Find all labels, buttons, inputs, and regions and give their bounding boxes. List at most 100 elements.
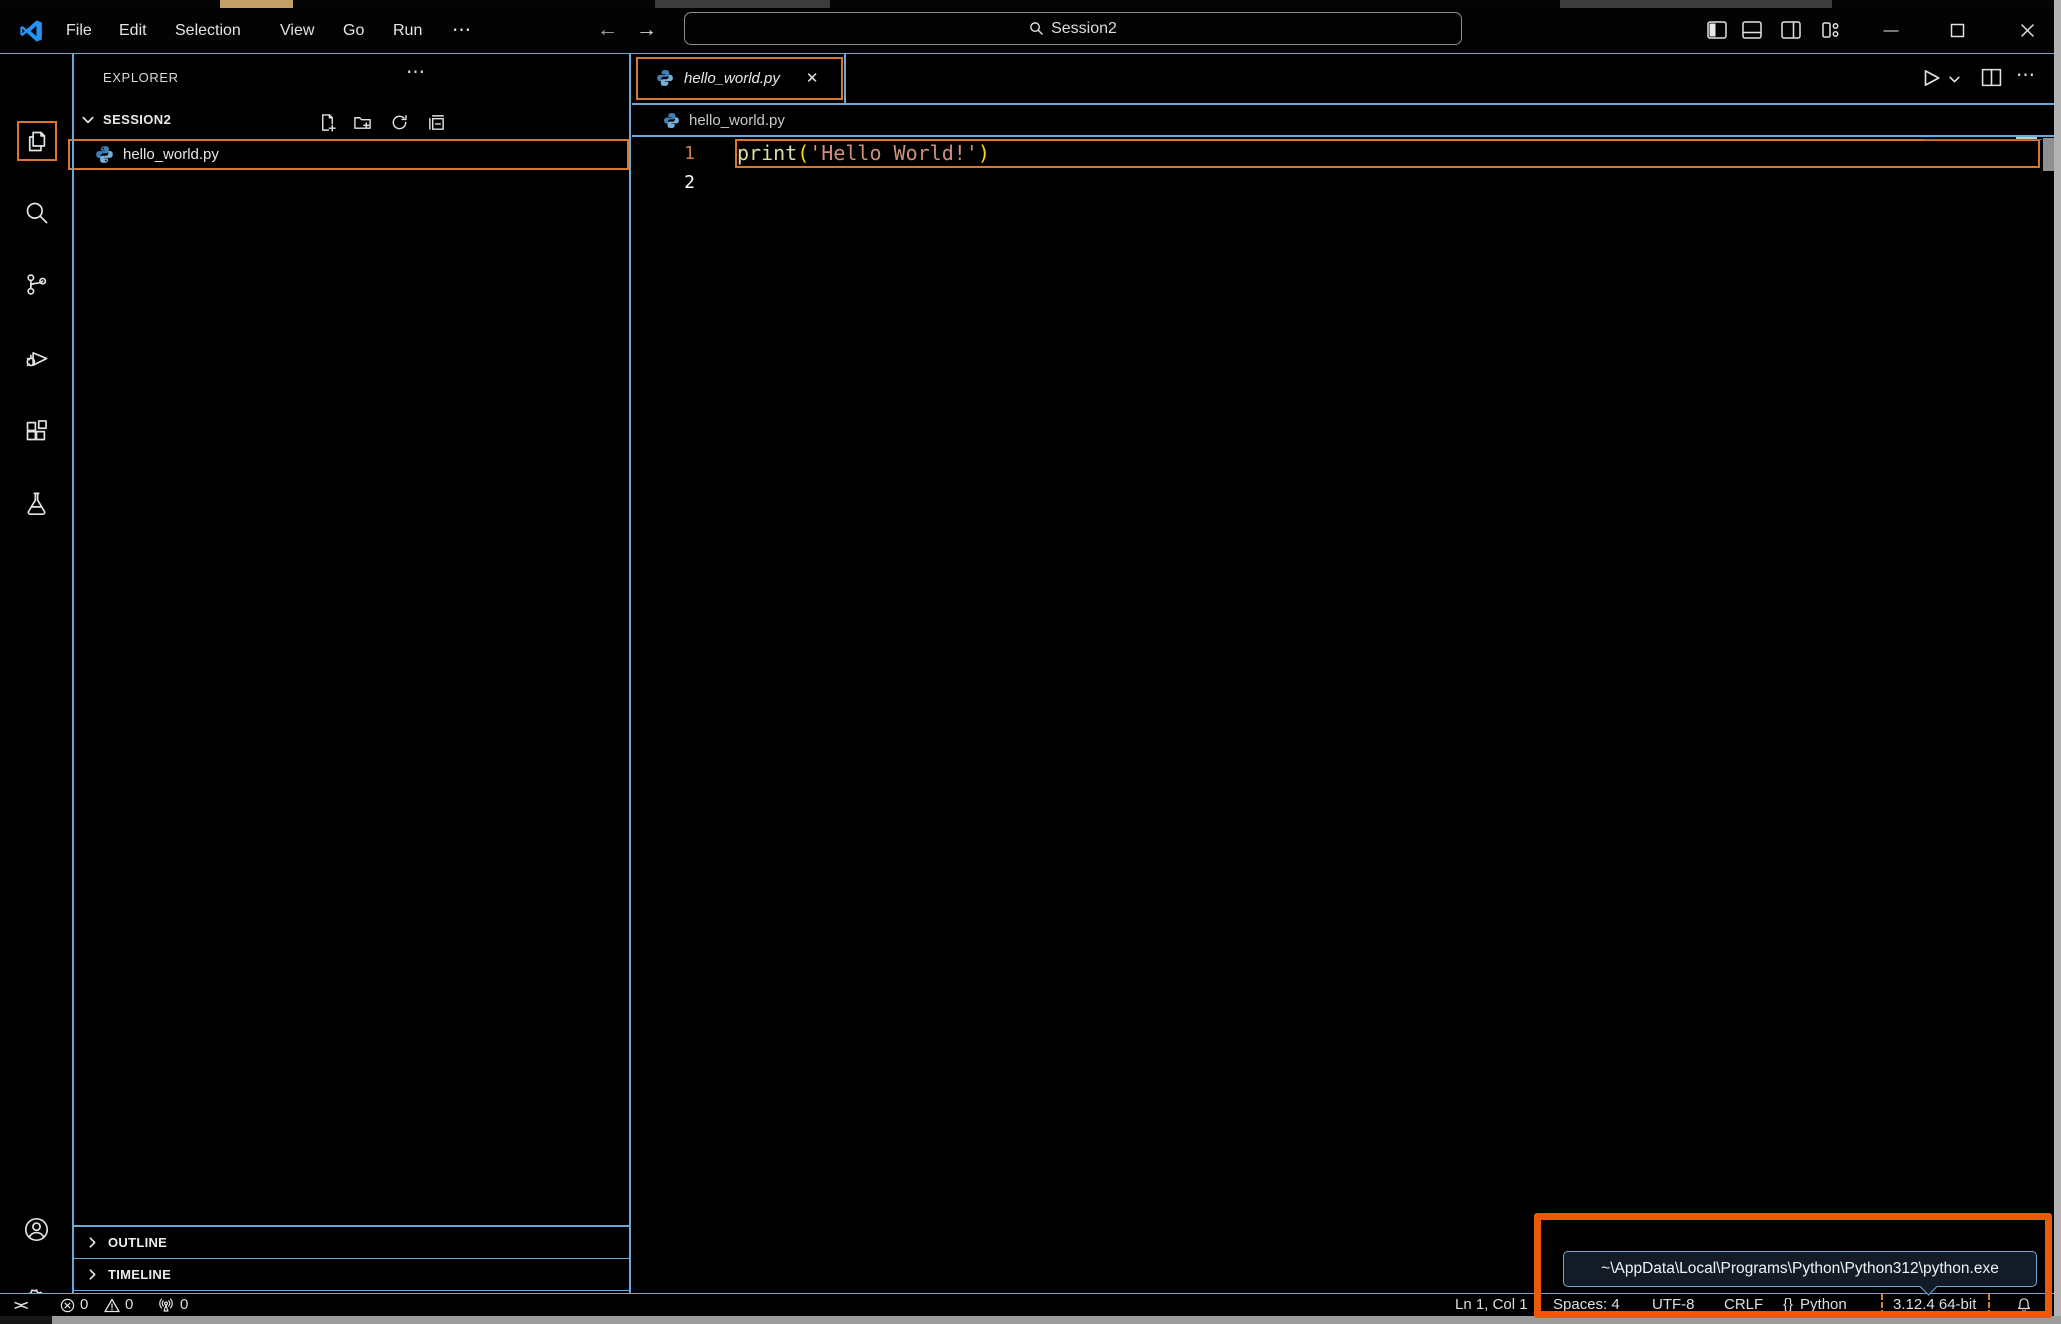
warning-icon (104, 1298, 120, 1313)
radio-tower-icon (158, 1297, 174, 1313)
status-bar: >< 0 0 0 Ln 1, Col 1 Spaces: 4 UTF-8 CRL… (0, 1294, 2054, 1316)
focus-dash-right (1988, 1294, 1990, 1316)
source-control-icon[interactable] (23, 271, 50, 298)
tree-bottom-border (73, 1225, 629, 1227)
sidebar-border (629, 53, 631, 1294)
run-python-file-icon[interactable] (1920, 67, 1942, 89)
activity-bar (0, 53, 72, 1294)
annotation-tab (636, 57, 843, 100)
indentation-status[interactable]: Spaces: 4 (1553, 1294, 1620, 1316)
outline-border (73, 1258, 629, 1260)
cursor-position-status[interactable]: Ln 1, Col 1 (1455, 1294, 1528, 1316)
interpreter-tooltip-text: ~\AppData\Local\Programs\Python\Python31… (1601, 1260, 1999, 1278)
menu-more-icon[interactable]: ⋯ (452, 8, 471, 53)
search-icon[interactable] (23, 199, 50, 226)
toggle-panel-icon[interactable] (1741, 20, 1763, 40)
python-file-icon (95, 145, 114, 164)
errors-status[interactable]: 0 (60, 1294, 88, 1316)
titlebar-border (0, 53, 2054, 55)
editor-more-actions-icon[interactable]: ⋯ (2016, 64, 2035, 87)
run-and-debug-icon[interactable] (23, 345, 50, 372)
command-center-search[interactable]: Session2 (684, 12, 1462, 45)
history-forward-icon[interactable]: → (636, 8, 657, 53)
desktop-top-segment (655, 0, 830, 8)
python-file-icon (663, 112, 680, 129)
vscode-logo-icon (18, 18, 44, 44)
chevron-right-icon (86, 1236, 99, 1249)
code-line-1[interactable]: 1 (632, 139, 695, 168)
menu-run[interactable]: Run (393, 8, 422, 53)
ports-count: 0 (180, 1294, 188, 1316)
timeline-section-header[interactable]: TIMELINE (73, 1259, 629, 1290)
title-bar: File Edit Selection View Go Run ⋯ ← → Se… (0, 8, 2054, 53)
desktop-bottom-corner (0, 1316, 52, 1324)
error-count: 0 (80, 1294, 88, 1316)
testing-icon[interactable] (23, 490, 50, 517)
window-close-icon[interactable] (2016, 20, 2038, 40)
encoding-status[interactable]: UTF-8 (1652, 1294, 1695, 1316)
python-interpreter-status[interactable]: 3.12.4 64-bit (1893, 1294, 1976, 1316)
line-number: 1 (632, 143, 695, 164)
explorer-sidebar (73, 53, 629, 1294)
window-maximize-icon[interactable] (1946, 20, 1968, 40)
menu-file[interactable]: File (66, 8, 92, 53)
annotation-code-line (735, 139, 2040, 168)
breadcrumb-border (632, 135, 2054, 137)
section-label-session2[interactable]: SESSION2 (103, 112, 171, 127)
focus-dash-left (1881, 1294, 1883, 1316)
section-chevron-down-icon[interactable] (81, 113, 95, 127)
new-file-icon[interactable] (318, 113, 337, 132)
language-mode-status[interactable]: {} Python (1783, 1294, 1847, 1316)
vscode-window: File Edit Selection View Go Run ⋯ ← → Se… (0, 0, 2061, 1324)
timeline-border (73, 1290, 629, 1292)
warning-count: 0 (125, 1294, 133, 1316)
remote-indicator-icon[interactable]: >< (14, 1294, 26, 1316)
run-dropdown-chevron-icon[interactable] (1948, 73, 1961, 86)
search-icon (1029, 21, 1044, 36)
menu-view[interactable]: View (280, 8, 314, 53)
outline-section-header[interactable]: OUTLINE (73, 1227, 629, 1258)
ports-status[interactable]: 0 (158, 1294, 188, 1316)
desktop-top-segment (220, 0, 293, 8)
braces-icon: {} (1783, 1294, 1793, 1316)
desktop-bottom-strip (0, 1316, 2061, 1324)
toggle-secondary-sidebar-icon[interactable] (1780, 20, 1802, 40)
notifications-bell-icon[interactable] (2016, 1297, 2032, 1319)
history-back-icon[interactable]: ← (597, 8, 618, 53)
desktop-right-strip (2054, 0, 2061, 1324)
activitybar-border (72, 53, 74, 1294)
file-item-hello-world[interactable]: hello_world.py (68, 139, 629, 170)
editor-scrollbar-thumb[interactable] (2043, 138, 2054, 171)
eol-status[interactable]: CRLF (1724, 1294, 1763, 1316)
new-folder-icon[interactable] (353, 113, 372, 132)
breadcrumb[interactable]: hello_world.py (632, 105, 2054, 135)
split-editor-icon[interactable] (1981, 68, 2002, 87)
code-line-2[interactable]: 2 (632, 168, 695, 197)
search-value: Session2 (1051, 20, 1117, 38)
warnings-status[interactable]: 0 (104, 1294, 133, 1316)
account-icon[interactable] (23, 1216, 50, 1243)
refresh-icon[interactable] (390, 113, 409, 132)
menu-selection[interactable]: Selection (175, 8, 241, 53)
menu-go[interactable]: Go (343, 8, 364, 53)
desktop-top-segment (1560, 0, 1832, 8)
customize-layout-icon[interactable] (1820, 20, 1842, 40)
window-minimize-icon[interactable]: — (1880, 20, 1902, 40)
explorer-title: EXPLORER (103, 70, 179, 85)
line-number: 2 (632, 172, 695, 193)
file-item-label: hello_world.py (123, 146, 219, 163)
error-icon (60, 1298, 75, 1313)
explorer-more-actions-icon[interactable]: ⋯ (406, 61, 425, 84)
editor-overview-ruler-line (1925, 139, 2042, 140)
tab-right-border (844, 53, 846, 103)
chevron-right-icon (86, 1268, 99, 1281)
menu-edit[interactable]: Edit (119, 8, 147, 53)
collapse-all-icon[interactable] (427, 113, 446, 132)
toggle-primary-sidebar-icon[interactable] (1706, 20, 1728, 40)
extensions-icon[interactable] (23, 417, 50, 444)
language-label: Python (1800, 1294, 1847, 1316)
annotation-explorer-icon (17, 121, 57, 161)
timeline-label: TIMELINE (108, 1267, 171, 1282)
outline-label: OUTLINE (108, 1235, 167, 1250)
breadcrumb-file-label: hello_world.py (689, 112, 785, 129)
